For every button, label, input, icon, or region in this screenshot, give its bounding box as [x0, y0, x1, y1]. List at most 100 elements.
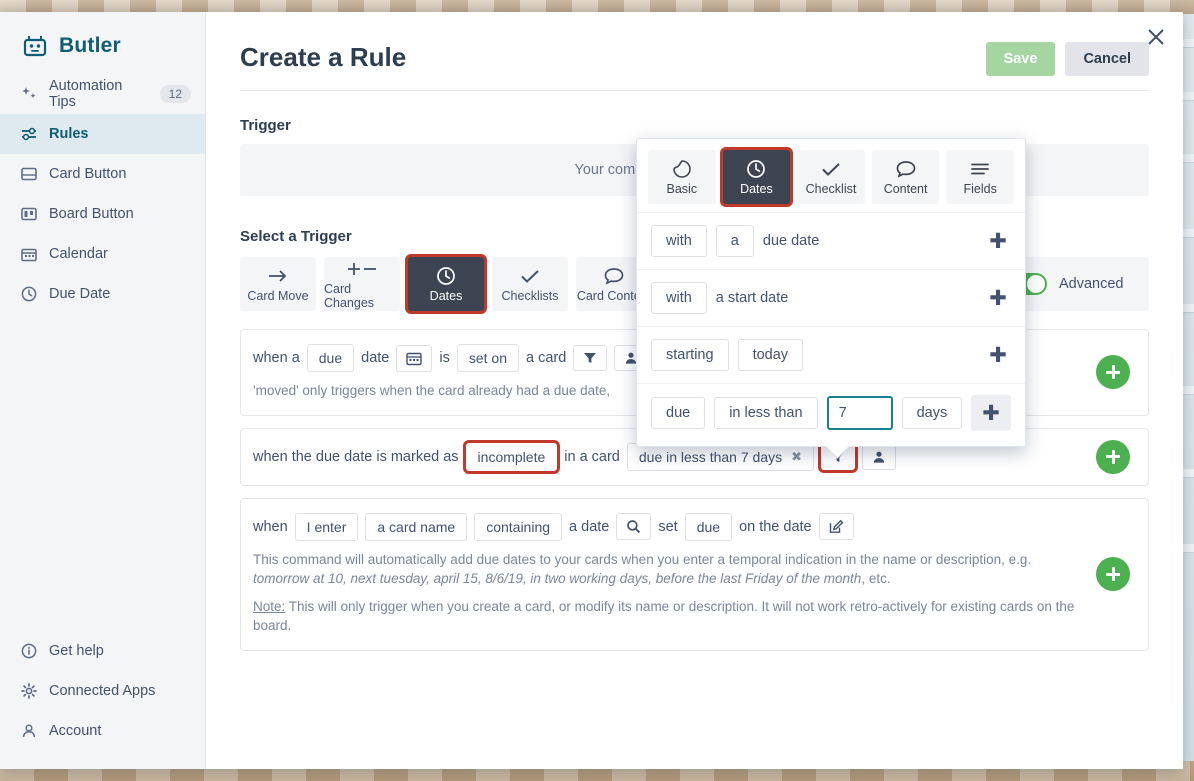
board-button-icon — [20, 205, 38, 223]
popup-chip-with[interactable]: with — [651, 282, 707, 314]
popup-tab-dates[interactable]: Dates — [722, 150, 791, 204]
popup-chip-a[interactable]: a — [715, 225, 754, 257]
calendar-icon[interactable] — [396, 344, 433, 372]
days-number-input[interactable] — [826, 396, 893, 430]
comment-icon — [895, 159, 917, 179]
popup-tab-label: Dates — [740, 181, 773, 196]
rule-chip-set-on[interactable]: set on — [456, 344, 519, 372]
rule-text: date — [361, 350, 390, 366]
popup-chip-starting[interactable]: starting — [651, 339, 729, 371]
person-icon — [20, 722, 38, 740]
plus-circle-icon[interactable] — [1096, 355, 1130, 390]
rule-text: on the date — [739, 518, 812, 535]
rule-note-label: Note: — [253, 598, 286, 614]
rule-hint: This command will automatically add due … — [253, 550, 1078, 636]
sidebar-bottom-nav: Get help Connected Apps Account — [0, 631, 205, 751]
trigger-category-label: Card Move — [247, 288, 309, 303]
rule-hint-text: This command will automatically add due … — [253, 551, 1032, 567]
plus-icon[interactable]: ✚ — [971, 395, 1011, 431]
popup-chip-days[interactable]: days — [901, 397, 963, 429]
plus-circle-icon[interactable] — [1096, 439, 1130, 474]
popup-chip-in-less-than[interactable]: in less than — [714, 397, 818, 429]
trigger-category-card-changes[interactable]: Card Changes — [324, 257, 400, 311]
sidebar-item-rules[interactable]: Rules — [0, 114, 205, 154]
popup-chip-with[interactable]: with — [651, 225, 707, 257]
edit-icon[interactable] — [818, 513, 854, 541]
x-icon[interactable]: ✖ — [791, 449, 802, 465]
sidebar-item-label: Card Button — [49, 166, 127, 182]
sidebar-item-label: Calendar — [49, 246, 108, 262]
sidebar-item-get-help[interactable]: Get help — [0, 631, 205, 671]
rule-hint-paragraph: This command will automatically add due … — [253, 550, 1078, 589]
sidebar-item-calendar[interactable]: Calendar — [0, 234, 205, 274]
trigger-section-label: Trigger — [240, 117, 291, 134]
popup-tab-basic[interactable]: Basic — [648, 150, 716, 204]
rule-token-label: due in less than 7 days — [638, 448, 783, 465]
sliders-icon — [20, 125, 38, 143]
popup-tab-label: Content — [883, 181, 928, 196]
popup-row-text: a start date — [715, 290, 789, 306]
save-button[interactable]: Save — [985, 42, 1056, 76]
rule-note-paragraph: Note: This will only trigger when you cr… — [253, 597, 1078, 636]
check-icon — [519, 266, 541, 286]
sidebar-item-label: Due Date — [49, 286, 111, 302]
sidebar-item-automation-tips[interactable]: Automation Tips 12 — [0, 74, 205, 114]
trigger-category-label: Dates — [429, 288, 463, 303]
rule-chip-a-card-name[interactable]: a card name — [365, 512, 468, 541]
dates-trigger-popup: Basic Dates Checklist Content Fields wit… — [636, 138, 1026, 447]
info-icon — [20, 642, 38, 660]
sidebar-item-label: Connected Apps — [49, 683, 156, 699]
calendar-icon — [20, 245, 38, 263]
sidebar-item-board-button[interactable]: Board Button — [0, 194, 205, 234]
arrow-right-icon — [267, 266, 289, 286]
rule-chip-incomplete[interactable]: incomplete — [465, 442, 558, 471]
popup-tab-label: Basic — [666, 181, 698, 196]
clock-icon — [746, 159, 766, 179]
card-button-icon — [20, 165, 38, 183]
rule-line: when I enter a card name containing a da… — [253, 512, 1078, 541]
rule-chip-due[interactable]: due — [684, 512, 733, 541]
sidebar-item-due-date[interactable]: Due Date — [0, 274, 205, 314]
popup-tab-checklist[interactable]: Checklist — [797, 150, 865, 204]
lines-icon — [969, 159, 991, 179]
plus-circle-icon[interactable] — [1096, 557, 1130, 592]
comment-icon — [603, 266, 625, 286]
brand-name: Butler — [59, 34, 121, 57]
sidebar-item-label: Board Button — [49, 206, 134, 222]
cancel-button[interactable]: Cancel — [1065, 42, 1149, 76]
rule-chip-containing[interactable]: containing — [474, 512, 563, 541]
trigger-category-card-move[interactable]: Card Move — [240, 257, 316, 311]
plus-icon[interactable]: ✚ — [985, 342, 1011, 368]
header-actions: Save Cancel — [985, 42, 1149, 76]
filter-icon[interactable] — [573, 345, 608, 371]
page-title: Create a Rule — [240, 42, 407, 72]
check-icon — [820, 159, 842, 179]
sparkles-icon — [20, 85, 38, 103]
popup-chip-due[interactable]: due — [651, 397, 706, 429]
popup-tab-fields[interactable]: Fields — [946, 150, 1014, 204]
rule-text: is — [439, 350, 450, 366]
rule-text: set — [658, 518, 678, 535]
tag-icon — [672, 159, 692, 179]
rule-hint-examples: tomorrow at 10, next tuesday, april 15, … — [253, 571, 862, 587]
brand: Butler — [0, 12, 205, 58]
plus-icon[interactable]: ✚ — [985, 228, 1011, 254]
popup-chip-today[interactable]: today — [737, 339, 804, 371]
popup-option-row-start-date: with a start date ✚ — [637, 269, 1025, 326]
trigger-category-dates[interactable]: Dates — [408, 257, 484, 311]
search-icon[interactable] — [616, 513, 652, 541]
popup-tab-content[interactable]: Content — [871, 150, 940, 204]
rule-hint-tail: , etc. — [861, 571, 891, 587]
sidebar-item-card-button[interactable]: Card Button — [0, 154, 205, 194]
trigger-category-checklists[interactable]: Checklists — [492, 257, 568, 311]
sidebar-item-account[interactable]: Account — [0, 711, 205, 751]
person-icon[interactable] — [862, 443, 896, 470]
popup-tabs: Basic Dates Checklist Content Fields — [637, 139, 1025, 212]
popup-option-row-starting-today: starting today ✚ — [637, 326, 1025, 383]
rule-text: when the due date is marked as — [253, 448, 459, 465]
trigger-category-label: Checklists — [501, 288, 559, 303]
rule-chip-i-enter[interactable]: I enter — [294, 512, 359, 541]
sidebar-item-connected-apps[interactable]: Connected Apps — [0, 671, 205, 711]
rule-chip-due[interactable]: due — [306, 344, 355, 372]
plus-icon[interactable]: ✚ — [985, 285, 1011, 311]
